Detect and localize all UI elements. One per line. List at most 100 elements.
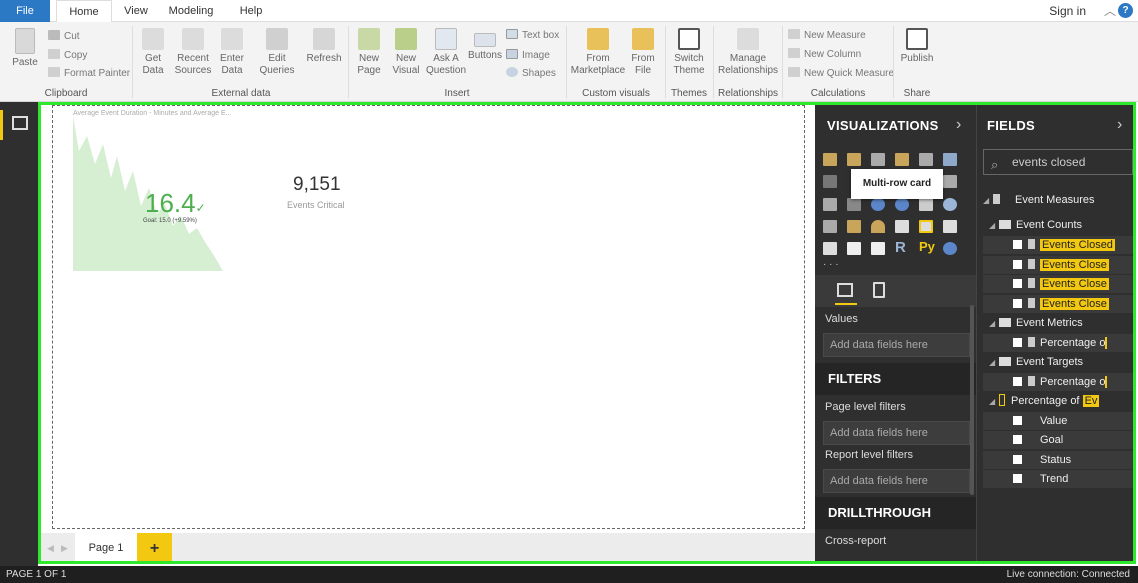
card-value[interactable]: 9,151 — [293, 174, 341, 196]
funnel-icon[interactable] — [847, 220, 861, 233]
kpi-visual[interactable]: 16.4✓ Goal: 15.0 (+9.59%) — [73, 116, 233, 271]
from-marketplace-button[interactable]: From Marketplace — [570, 28, 626, 77]
checkbox[interactable] — [1013, 474, 1022, 483]
from-file-button[interactable]: From File — [628, 28, 658, 77]
collapse-fields-icon[interactable]: › — [1117, 116, 1123, 134]
new-quick-measure-button[interactable]: New Quick Measure — [788, 67, 894, 80]
checkbox[interactable] — [1013, 279, 1022, 288]
new-measure-button[interactable]: New Measure — [788, 29, 866, 42]
100-column-icon[interactable] — [943, 153, 957, 166]
new-visual-button[interactable]: New Visual — [390, 28, 422, 77]
buttons-button[interactable]: Buttons — [467, 28, 503, 62]
report-canvas[interactable]: Average Event Duration - Minutes and Ave… — [41, 105, 815, 533]
ribbon-chart-icon[interactable] — [943, 175, 957, 188]
folder-event-metrics[interactable]: ◢ Event Metrics — [983, 314, 1133, 332]
python-script-icon[interactable]: Py — [919, 239, 937, 255]
stacked-bar-icon[interactable] — [823, 153, 837, 166]
paste-button[interactable]: Paste — [10, 28, 40, 69]
paint-roller-icon[interactable] — [873, 282, 885, 298]
map-icon[interactable] — [943, 198, 957, 211]
report-view-icon[interactable] — [12, 116, 28, 130]
get-data-button[interactable]: Get Data — [136, 28, 170, 77]
matrix-icon[interactable] — [871, 242, 885, 255]
folder-event-targets[interactable]: ◢ Event Targets — [983, 353, 1133, 371]
checkbox[interactable] — [1013, 455, 1022, 464]
r-script-icon[interactable]: R — [895, 239, 911, 256]
fields-search-input[interactable]: ⌕ events closed — [983, 149, 1133, 175]
recent-sources-button[interactable]: Recent Sources — [172, 28, 214, 77]
add-page-button[interactable]: + — [137, 533, 172, 564]
prev-page-icon[interactable]: ◀ — [47, 543, 54, 554]
globe-icon[interactable] — [943, 242, 957, 255]
field-events-close-2[interactable]: Events Close — [983, 256, 1133, 274]
home-tab[interactable]: Home — [56, 0, 112, 23]
table-visual-icon[interactable] — [847, 242, 861, 255]
report-filters-well[interactable]: Add data fields here — [823, 469, 970, 493]
checkbox[interactable] — [1013, 416, 1022, 425]
100-bar-icon[interactable] — [919, 153, 933, 166]
card-icon[interactable] — [895, 220, 909, 233]
kpi-icon[interactable] — [943, 220, 957, 233]
folder-event-counts[interactable]: ◢ Event Counts — [983, 216, 1133, 234]
help-icon[interactable]: ? — [1118, 3, 1133, 18]
page-filters-well[interactable]: Add data fields here — [823, 421, 970, 445]
new-page-button[interactable]: New Page — [352, 28, 386, 77]
sign-in-link[interactable]: Sign in — [1049, 0, 1086, 22]
field-events-close-3[interactable]: Events Close — [983, 275, 1133, 293]
checkbox[interactable] — [1013, 377, 1022, 386]
slicer-icon[interactable] — [823, 242, 837, 255]
clustered-column-icon[interactable] — [895, 153, 909, 166]
line-chart-icon[interactable] — [823, 175, 837, 188]
scatter-icon[interactable] — [847, 198, 861, 211]
stacked-column-icon[interactable] — [847, 153, 861, 166]
filled-map-icon[interactable] — [823, 220, 837, 233]
checkbox[interactable] — [1013, 338, 1022, 347]
modeling-tab[interactable]: Modeling — [162, 0, 220, 22]
waterfall-icon[interactable] — [823, 198, 837, 211]
more-visuals-icon[interactable]: · · · — [823, 259, 847, 272]
donut-icon[interactable] — [895, 198, 909, 211]
copy-button[interactable]: Copy — [48, 49, 87, 62]
gauge-icon[interactable] — [871, 220, 885, 233]
image-button[interactable]: Image — [506, 49, 550, 62]
field-events-closed[interactable]: Events Closed — [983, 236, 1133, 254]
clustered-bar-icon[interactable] — [871, 153, 885, 166]
collapse-viz-icon[interactable]: › — [956, 116, 962, 134]
switch-theme-button[interactable]: Switch Theme — [669, 28, 709, 77]
multi-row-card-icon[interactable] — [919, 220, 933, 233]
fields-well-icon[interactable] — [837, 283, 853, 297]
values-well[interactable]: Add data fields here — [823, 333, 970, 357]
view-tab[interactable]: View — [118, 0, 154, 22]
edit-queries-button[interactable]: Edit Queries — [254, 28, 300, 77]
refresh-button[interactable]: Refresh — [304, 28, 344, 65]
field-percentage-1[interactable]: Percentage o — [983, 334, 1133, 352]
page-tab-1[interactable]: Page 1 — [75, 533, 137, 564]
treemap-icon[interactable] — [919, 198, 933, 211]
ask-question-button[interactable]: Ask A Question — [426, 28, 466, 77]
manage-relationships-button[interactable]: Manage Relationships — [717, 28, 779, 77]
publish-button[interactable]: Publish — [897, 28, 937, 65]
kpi-trend-field[interactable]: Trend — [983, 470, 1133, 488]
help-tab[interactable]: Help — [232, 0, 270, 22]
viz-scrollbar[interactable] — [970, 305, 974, 495]
report-page[interactable]: Average Event Duration - Minutes and Ave… — [52, 105, 805, 529]
field-events-close-4[interactable]: Events Close — [983, 295, 1133, 313]
next-page-icon[interactable]: ▶ — [61, 543, 68, 554]
collapse-ribbon-icon[interactable]: ︿ — [1104, 2, 1116, 19]
checkbox[interactable] — [1013, 260, 1022, 269]
field-percentage-2[interactable]: Percentage o — [983, 373, 1133, 391]
format-painter-button[interactable]: Format Painter — [48, 67, 130, 80]
kpi-percentage-of[interactable]: ◢ Percentage of Ev — [983, 392, 1133, 410]
enter-data-button[interactable]: Enter Data — [216, 28, 248, 77]
cut-button[interactable]: Cut — [48, 30, 80, 43]
checkbox[interactable] — [1013, 240, 1022, 249]
checkbox[interactable] — [1013, 299, 1022, 308]
pie-icon[interactable] — [871, 198, 885, 211]
text-box-button[interactable]: Text box — [506, 29, 559, 42]
table-event-measures[interactable]: ◢ Event Measures — [983, 191, 1133, 209]
file-menu[interactable]: File — [0, 0, 50, 22]
kpi-status-field[interactable]: Status — [983, 451, 1133, 469]
checkbox[interactable] — [1013, 435, 1022, 444]
new-column-button[interactable]: New Column — [788, 48, 861, 61]
kpi-goal-field[interactable]: Goal — [983, 431, 1133, 449]
